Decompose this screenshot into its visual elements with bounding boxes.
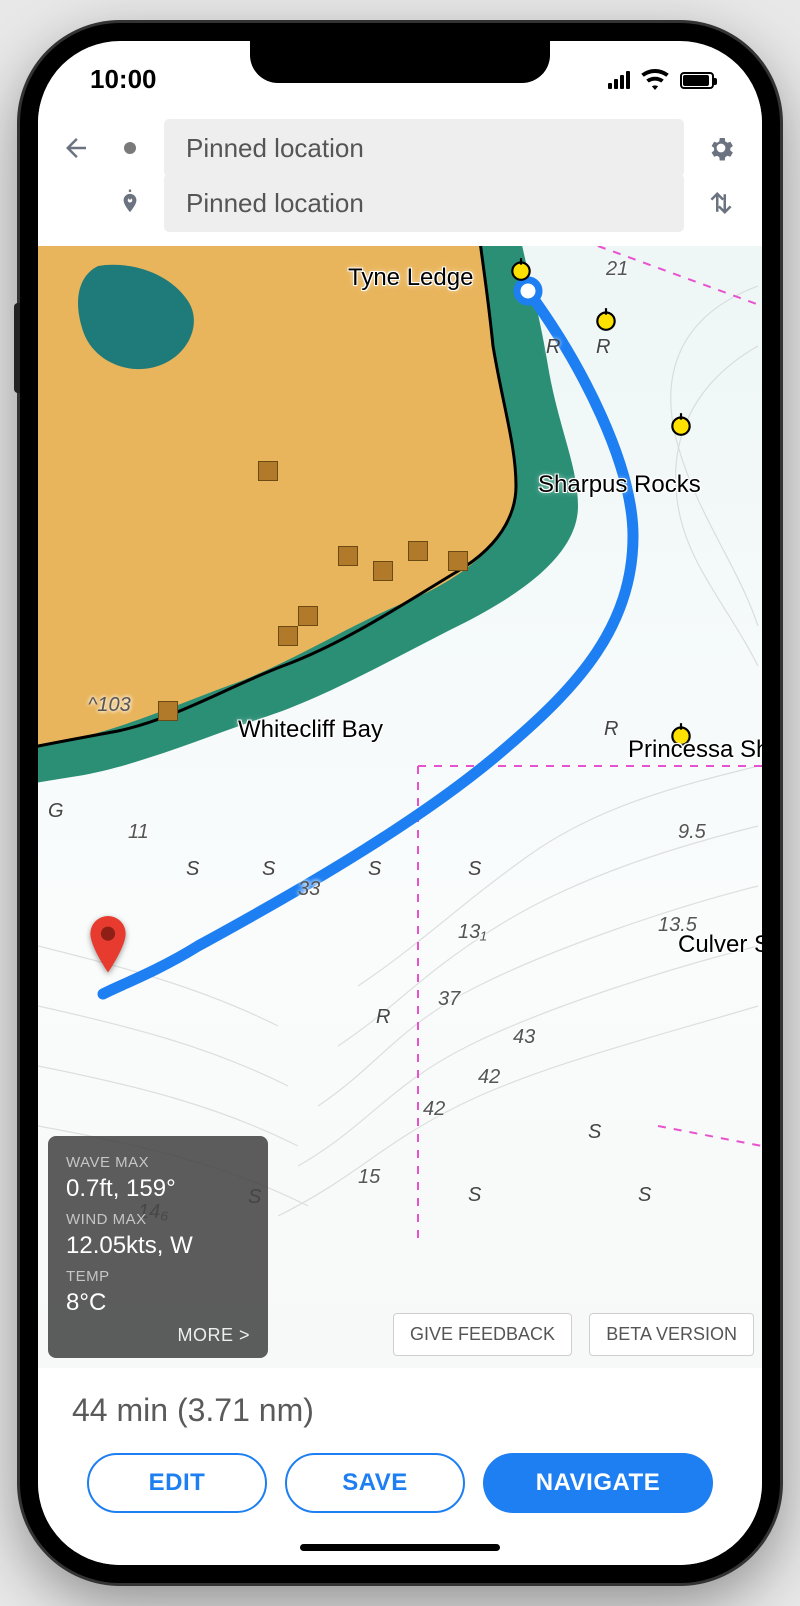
navigate-button[interactable]: NAVIGATE: [483, 1453, 713, 1513]
depth-label: 42: [423, 1098, 445, 1121]
seabed-letter: S: [368, 858, 381, 881]
origin-input-text: Pinned location: [186, 133, 364, 164]
depth-label: 42: [478, 1066, 500, 1089]
screen: 10:00 Pinned location: [38, 41, 762, 1565]
depth-label: 43: [513, 1026, 535, 1049]
give-feedback-button[interactable]: GIVE FEEDBACK: [393, 1313, 572, 1356]
arrow-left-icon: [61, 133, 91, 163]
seabed-letter: R: [604, 718, 618, 741]
seabed-letter: R: [596, 336, 610, 359]
seabed-letter: S: [588, 1121, 601, 1144]
cellular-icon: [608, 71, 630, 89]
battery-icon: [680, 72, 714, 89]
depth-label: 37: [438, 988, 460, 1011]
destination-pin[interactable]: [86, 916, 130, 976]
wind-max-label: WIND MAX: [66, 1211, 250, 1228]
depth-label: 33: [298, 878, 320, 901]
edit-button[interactable]: EDIT: [87, 1453, 267, 1513]
wave-max-value: 0.7ft, 159°: [66, 1175, 250, 1203]
settings-button[interactable]: [698, 133, 744, 163]
destination-input-text: Pinned location: [186, 188, 364, 219]
seabed-letter: S: [186, 858, 199, 881]
depth-label: 15: [358, 1166, 380, 1189]
seabed-letter: S: [638, 1184, 651, 1207]
buoy-icon: [668, 411, 694, 437]
route-summary: 44 min (3.71 nm): [72, 1392, 738, 1429]
phone-frame: 10:00 Pinned location: [20, 23, 780, 1583]
beta-version-badge: BETA VERSION: [589, 1313, 754, 1356]
seabed-letter: S: [262, 858, 275, 881]
place-label-sharpus: Sharpus Rocks: [538, 471, 701, 499]
bottom-panel: 44 min (3.71 nm) EDIT SAVE NAVIGATE: [38, 1368, 762, 1565]
place-label-tyne-ledge: Tyne Ledge: [348, 264, 473, 292]
depth-label: 11: [128, 821, 149, 844]
buoy-icon: [508, 256, 534, 282]
temp-value: 8°C: [66, 1289, 250, 1317]
depth-label: 13₁: [458, 921, 487, 944]
gear-icon: [706, 133, 736, 163]
seabed-letter: S: [468, 1184, 481, 1207]
origin-dot-icon: [110, 140, 150, 156]
wave-max-label: WAVE MAX: [66, 1154, 250, 1171]
depth-label: 13.5: [658, 914, 697, 937]
weather-panel[interactable]: WAVE MAX 0.7ft, 159° WIND MAX 12.05kts, …: [48, 1136, 268, 1358]
notch: [250, 41, 550, 83]
swap-vertical-icon: [706, 188, 736, 218]
map-marker-square: [448, 551, 468, 571]
weather-more-button[interactable]: MORE >: [66, 1325, 250, 1346]
map-marker-square: [278, 626, 298, 646]
map-marker-square: [158, 701, 178, 721]
map-marker-square: [408, 541, 428, 561]
wind-max-value: 12.05kts, W: [66, 1232, 250, 1260]
save-button[interactable]: SAVE: [285, 1453, 465, 1513]
destination-pin-icon: [110, 189, 150, 217]
seabed-letter: R: [376, 1006, 390, 1029]
depth-label: 9.5: [678, 821, 706, 844]
seabed-letter: S: [468, 858, 481, 881]
seabed-letter: G: [48, 800, 64, 823]
map-marker-square: [258, 461, 278, 481]
home-indicator: [300, 1544, 500, 1551]
status-time: 10:00: [90, 64, 157, 95]
origin-input[interactable]: Pinned location: [164, 119, 684, 177]
place-label-princessa: Princessa Sh: [628, 736, 762, 764]
destination-input[interactable]: Pinned location: [164, 174, 684, 232]
wifi-icon: [640, 65, 670, 95]
depth-label: 21: [606, 258, 628, 281]
map-marker-square: [373, 561, 393, 581]
temp-label: TEMP: [66, 1268, 250, 1285]
map-marker-square: [338, 546, 358, 566]
back-button[interactable]: [56, 133, 96, 163]
swap-button[interactable]: [698, 188, 744, 218]
status-right: [608, 65, 714, 95]
spot-height: ^103: [88, 694, 131, 717]
buoy-icon: [593, 306, 619, 332]
nautical-chart-map[interactable]: Tyne Ledge Sharpus Rocks Whitecliff Bay …: [38, 246, 762, 1368]
place-label-whitecliff: Whitecliff Bay: [238, 716, 383, 744]
map-marker-square: [298, 606, 318, 626]
route-header: Pinned location ⋮ Pinned location: [38, 101, 762, 246]
seabed-letter: R: [546, 336, 560, 359]
